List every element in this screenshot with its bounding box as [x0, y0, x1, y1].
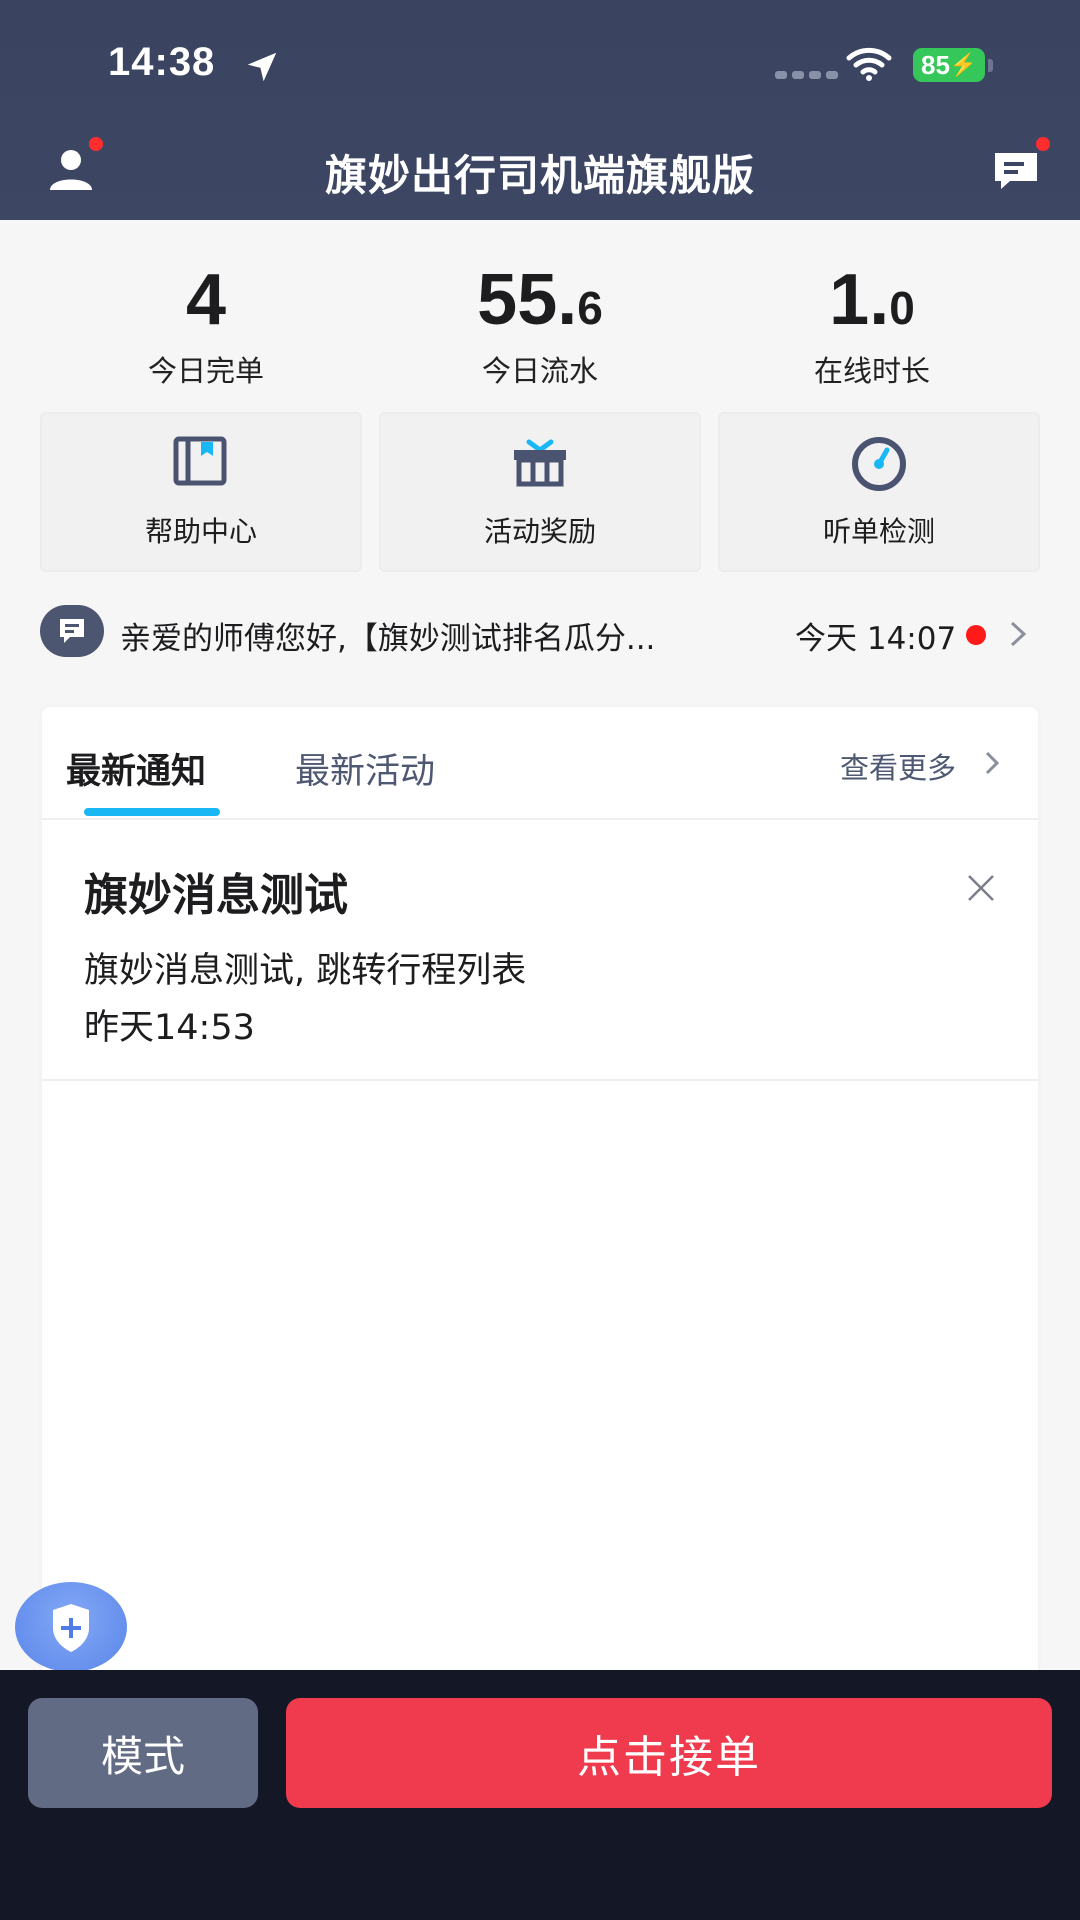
- app-header: 14:38 85 ⚡ 旗妙出行司机端旗舰版: [0, 0, 1080, 220]
- activity-rewards-label: 活动奖励: [483, 515, 596, 548]
- close-icon[interactable]: [966, 873, 996, 903]
- notice-title[interactable]: 旗妙消息测试: [84, 859, 348, 923]
- announcement-text: 亲爱的师傅您好,【旗妙测试排名瓜分...: [120, 621, 656, 657]
- divider: [42, 1079, 1038, 1081]
- gauge-icon: [852, 437, 906, 491]
- order-detection-button[interactable]: 听单检测: [718, 412, 1040, 572]
- notice-body: 旗妙消息测试, 跳转行程列表: [84, 951, 527, 991]
- order-detection-label: 听单检测: [822, 515, 935, 548]
- stat-daily-revenue: 55.6 今日流水: [390, 262, 690, 390]
- stat-value: 55.6: [477, 260, 603, 340]
- announcement-bar[interactable]: 亲爱的师傅您好,【旗妙测试排名瓜分... 今天 14:07: [40, 605, 1040, 661]
- announcement-time: 今天 14:07: [795, 621, 957, 657]
- active-tab-indicator: [84, 808, 220, 816]
- bottom-bar: 模式 点击接单: [0, 1670, 1080, 1920]
- stat-value: 4: [185, 260, 227, 340]
- accept-order-button[interactable]: 点击接单: [286, 1698, 1052, 1808]
- divider: [42, 818, 1038, 820]
- book-icon: [173, 436, 227, 486]
- mode-button[interactable]: 模式: [28, 1698, 258, 1808]
- shield-icon: [53, 1604, 89, 1652]
- safety-shield-button[interactable]: [15, 1582, 127, 1672]
- chevron-right-icon[interactable]: [982, 749, 1002, 777]
- battery-cap: [988, 59, 993, 72]
- tab-latest-notices[interactable]: 最新通知: [66, 743, 206, 794]
- stat-label: 今日完单: [147, 354, 264, 388]
- battery-icon: 85 ⚡: [913, 48, 985, 82]
- help-center-button[interactable]: 帮助中心: [40, 412, 362, 572]
- signal-icon: [775, 71, 838, 79]
- chevron-right-icon: [1010, 621, 1027, 647]
- tab-latest-activities[interactable]: 最新活动: [295, 743, 435, 794]
- status-time: 14:38: [108, 40, 216, 84]
- stat-completed-orders: 4 今日完单: [56, 262, 356, 390]
- stat-label: 今日流水: [481, 354, 598, 388]
- unread-dot: [966, 625, 986, 645]
- message-notification-dot: [1036, 137, 1050, 151]
- stat-label: 在线时长: [813, 354, 930, 388]
- stats-row: 4 今日完单 55.6 今日流水 1.0 在线时长: [0, 262, 1080, 388]
- message-icon[interactable]: [992, 150, 1040, 192]
- stat-value: 1.0: [829, 260, 915, 340]
- battery-level: 85: [921, 49, 950, 80]
- view-more-link[interactable]: 查看更多: [840, 745, 956, 787]
- notification-card: 最新通知 最新活动 查看更多 旗妙消息测试 旗妙消息测试, 跳转行程列表 昨天1…: [42, 707, 1038, 1707]
- activity-rewards-button[interactable]: 活动奖励: [379, 412, 701, 572]
- chat-bubble-icon: [40, 605, 104, 657]
- location-arrow-icon: [247, 52, 277, 82]
- stat-online-hours: 1.0 在线时长: [722, 262, 1022, 390]
- app-title: 旗妙出行司机端旗舰版: [324, 151, 755, 200]
- help-center-label: 帮助中心: [144, 515, 257, 548]
- wifi-icon: [846, 47, 892, 81]
- gift-icon: [514, 439, 566, 487]
- notice-time: 昨天14:53: [84, 1008, 255, 1048]
